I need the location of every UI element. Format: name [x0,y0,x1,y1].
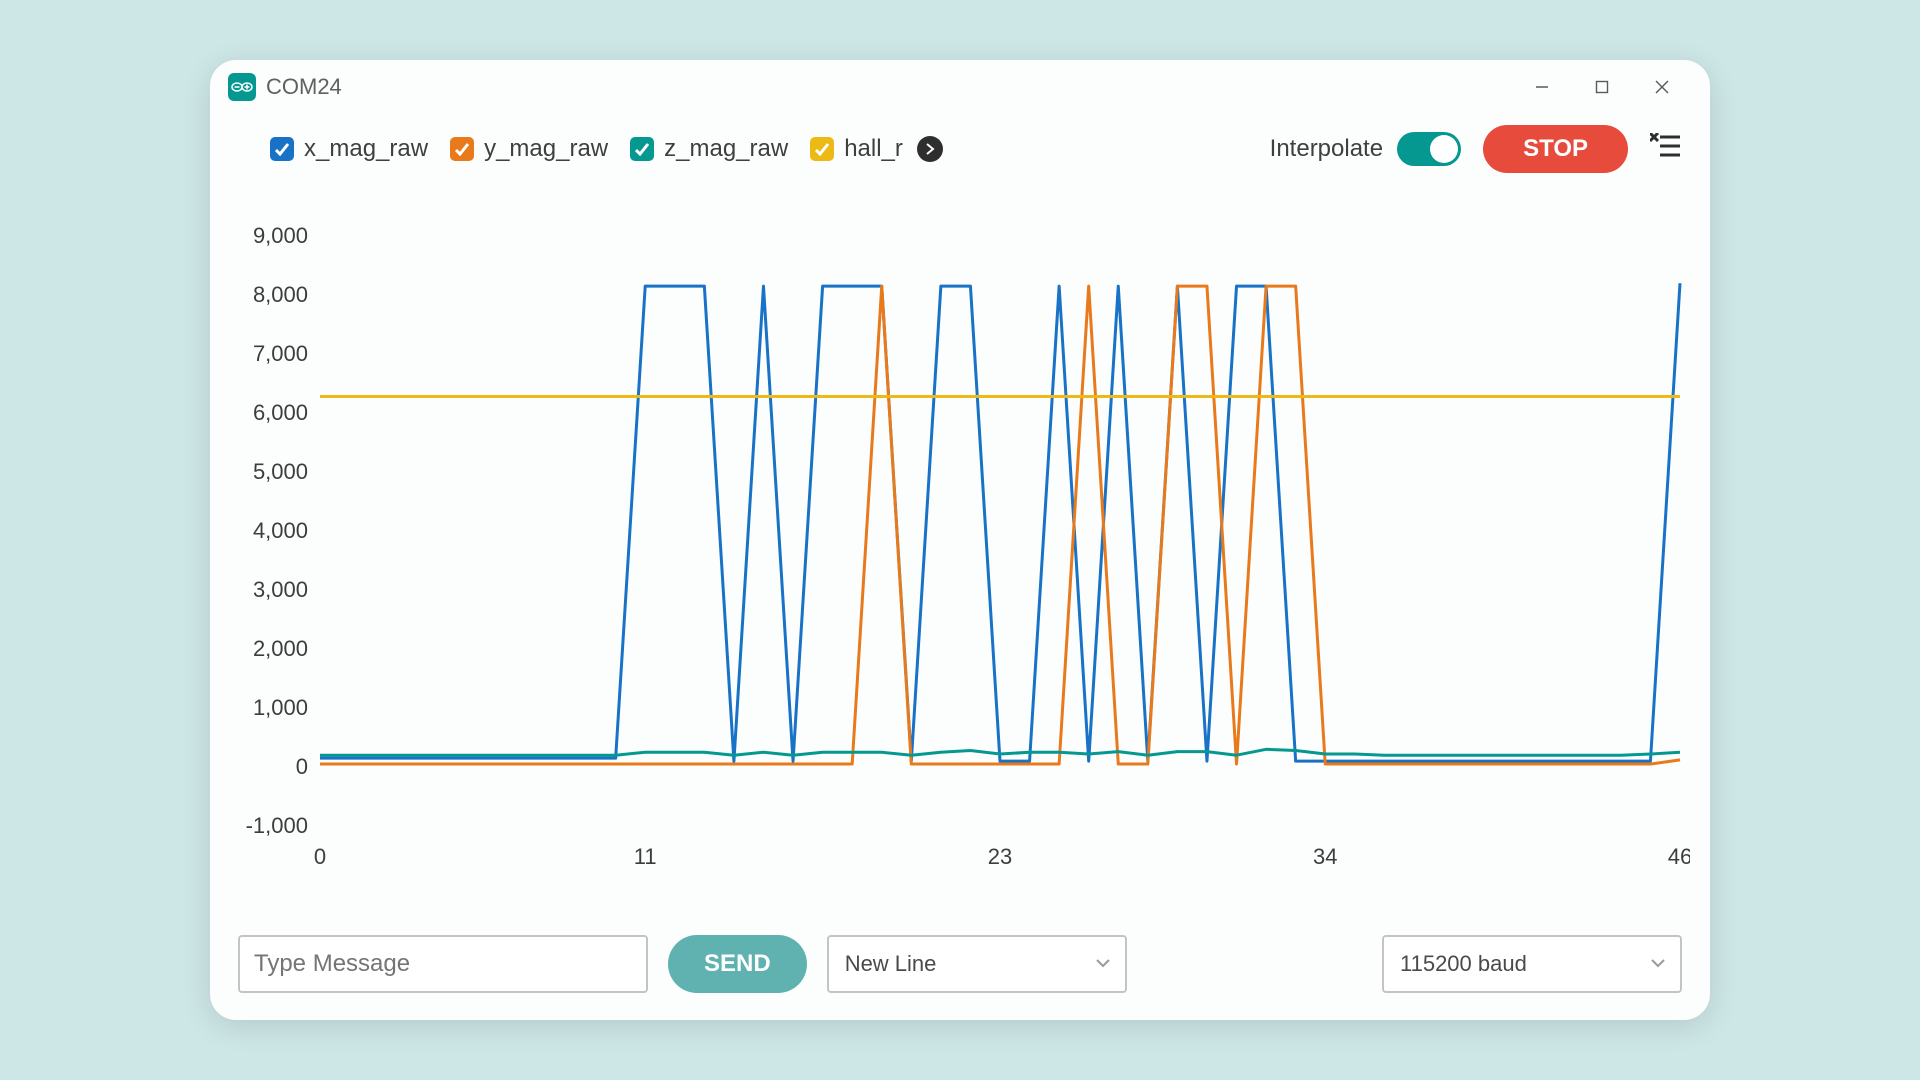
interpolate-label: Interpolate [1270,135,1383,163]
legend-scroll-right-icon[interactable] [917,136,943,162]
legend-item-y[interactable]: y_mag_raw [450,135,608,163]
message-input[interactable] [238,935,648,993]
legend-checkbox[interactable] [630,137,654,161]
svg-text:9,000: 9,000 [253,223,308,248]
svg-text:46: 46 [1668,844,1690,869]
svg-text:5,000: 5,000 [253,459,308,484]
svg-text:-1,000: -1,000 [246,813,308,838]
svg-text:1,000: 1,000 [253,695,308,720]
line-chart: -1,00001,0002,0003,0004,0005,0006,0007,0… [230,184,1690,908]
legend-checkbox[interactable] [810,137,834,161]
svg-text:11: 11 [634,844,657,869]
maximize-button[interactable] [1572,67,1632,107]
legend-item-hall[interactable]: hall_r [810,135,903,163]
baud-value: 115200 baud [1400,951,1527,977]
close-button[interactable] [1632,67,1692,107]
svg-text:23: 23 [988,844,1012,869]
svg-text:34: 34 [1313,844,1337,869]
line-ending-value: New Line [845,951,937,977]
svg-text:6,000: 6,000 [253,400,308,425]
clear-icon[interactable] [1650,133,1680,166]
stop-button[interactable]: STOP [1483,125,1628,173]
legend-item-x[interactable]: x_mag_raw [270,135,428,163]
app-window: COM24 x_mag_raw y_mag_raw [210,60,1710,1020]
plot-area: -1,00001,0002,0003,0004,0005,0006,0007,0… [210,184,1710,908]
svg-text:4,000: 4,000 [253,518,308,543]
svg-text:7,000: 7,000 [253,341,308,366]
app-icon [228,73,256,101]
svg-text:0: 0 [314,844,326,869]
send-button[interactable]: SEND [668,935,807,993]
toolbar: x_mag_raw y_mag_raw z_mag_raw hall_r Int… [210,114,1710,184]
legend-label: z_mag_raw [664,135,788,163]
baud-select[interactable]: 115200 baud [1382,935,1682,993]
window-title: COM24 [266,74,342,100]
svg-text:2,000: 2,000 [253,636,308,661]
chevron-down-icon [1650,951,1666,977]
svg-text:3,000: 3,000 [253,577,308,602]
svg-text:8,000: 8,000 [253,282,308,307]
titlebar: COM24 [210,60,1710,114]
legend-label: hall_r [844,135,903,163]
footer: SEND New Line 115200 baud [210,908,1710,1020]
interpolate-toggle[interactable] [1397,132,1461,166]
minimize-button[interactable] [1512,67,1572,107]
line-ending-select[interactable]: New Line [827,935,1127,993]
legend-label: x_mag_raw [304,135,428,163]
chevron-down-icon [1095,951,1111,977]
legend-checkbox[interactable] [270,137,294,161]
interpolate-control: Interpolate [1270,132,1461,166]
legend-item-z[interactable]: z_mag_raw [630,135,788,163]
svg-text:0: 0 [296,754,308,779]
legend-label: y_mag_raw [484,135,608,163]
legend-checkbox[interactable] [450,137,474,161]
